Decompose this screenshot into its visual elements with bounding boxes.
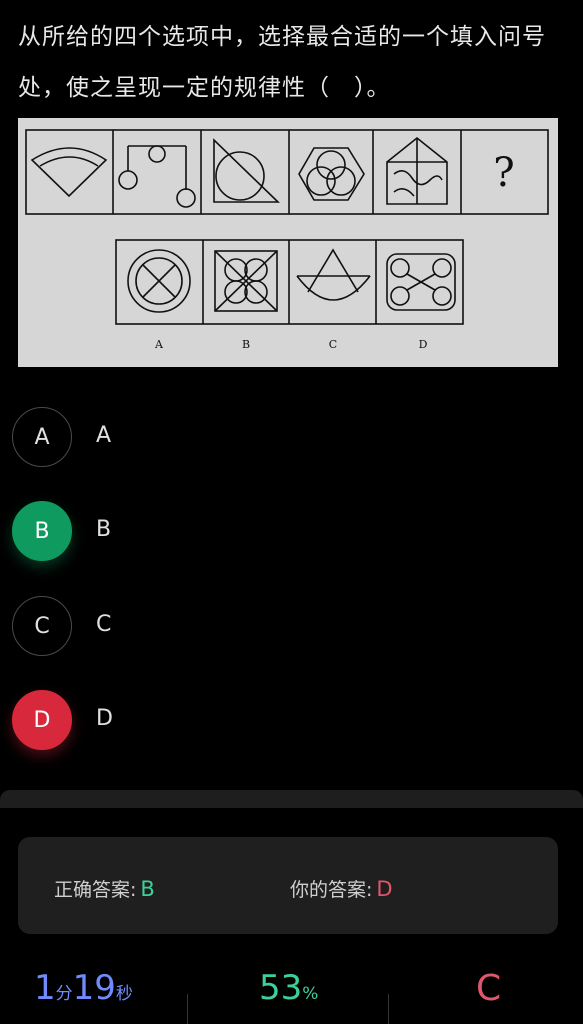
option-b-badge: B: [12, 501, 72, 561]
grade-value: C: [476, 968, 502, 1009]
figure-label-a: A: [154, 338, 164, 351]
correct-answer-value: B: [140, 877, 155, 901]
figure-label-c: C: [329, 338, 337, 351]
your-answer-value: D: [376, 877, 393, 901]
accuracy-unit: %: [302, 984, 319, 1004]
time-minutes: 1: [34, 968, 56, 1008]
option-b[interactable]: B B: [12, 501, 312, 563]
correct-answer-label: 正确答案:: [54, 879, 137, 901]
option-b-text: B: [96, 517, 112, 542]
your-answer-label: 你的答案:: [290, 879, 373, 901]
answer-card: 正确答案: B 你的答案: D: [18, 837, 558, 934]
figure-label-b: B: [242, 338, 250, 351]
option-a[interactable]: A A: [12, 407, 312, 469]
stat-separator: [388, 994, 389, 1024]
accuracy-value: 53: [259, 968, 303, 1008]
accuracy-stat: 53%: [259, 968, 318, 1008]
option-d-badge: D: [12, 690, 72, 750]
option-d[interactable]: D D: [12, 690, 312, 752]
your-answer: 你的答案: D: [290, 875, 393, 902]
grade-stat: C: [476, 968, 501, 1009]
time-seconds: 19: [72, 968, 116, 1008]
option-c[interactable]: C C: [12, 596, 312, 658]
time-stat: 1分19秒: [34, 968, 133, 1008]
question-mark: ?: [493, 150, 514, 196]
stats-bar: 1分19秒 53% C: [0, 960, 583, 1024]
stat-separator: [187, 994, 188, 1024]
figure-label-d: D: [419, 338, 428, 351]
option-a-text: A: [96, 423, 112, 448]
puzzle-image: ? A B C D: [18, 118, 558, 367]
correct-answer: 正确答案: B: [54, 875, 155, 902]
option-d-text: D: [96, 706, 113, 731]
puzzle-figure: ? A B C D: [25, 129, 549, 351]
option-a-badge: A: [12, 407, 72, 467]
time-seconds-unit: 秒: [115, 984, 133, 1004]
option-c-badge: C: [12, 596, 72, 656]
option-c-text: C: [96, 612, 112, 637]
question-text: 从所给的四个选项中，选择最合适的一个填入问号处，使之呈现一定的规律性（ ）。: [18, 24, 546, 101]
time-minutes-unit: 分: [55, 984, 73, 1004]
section-divider: [0, 790, 583, 808]
